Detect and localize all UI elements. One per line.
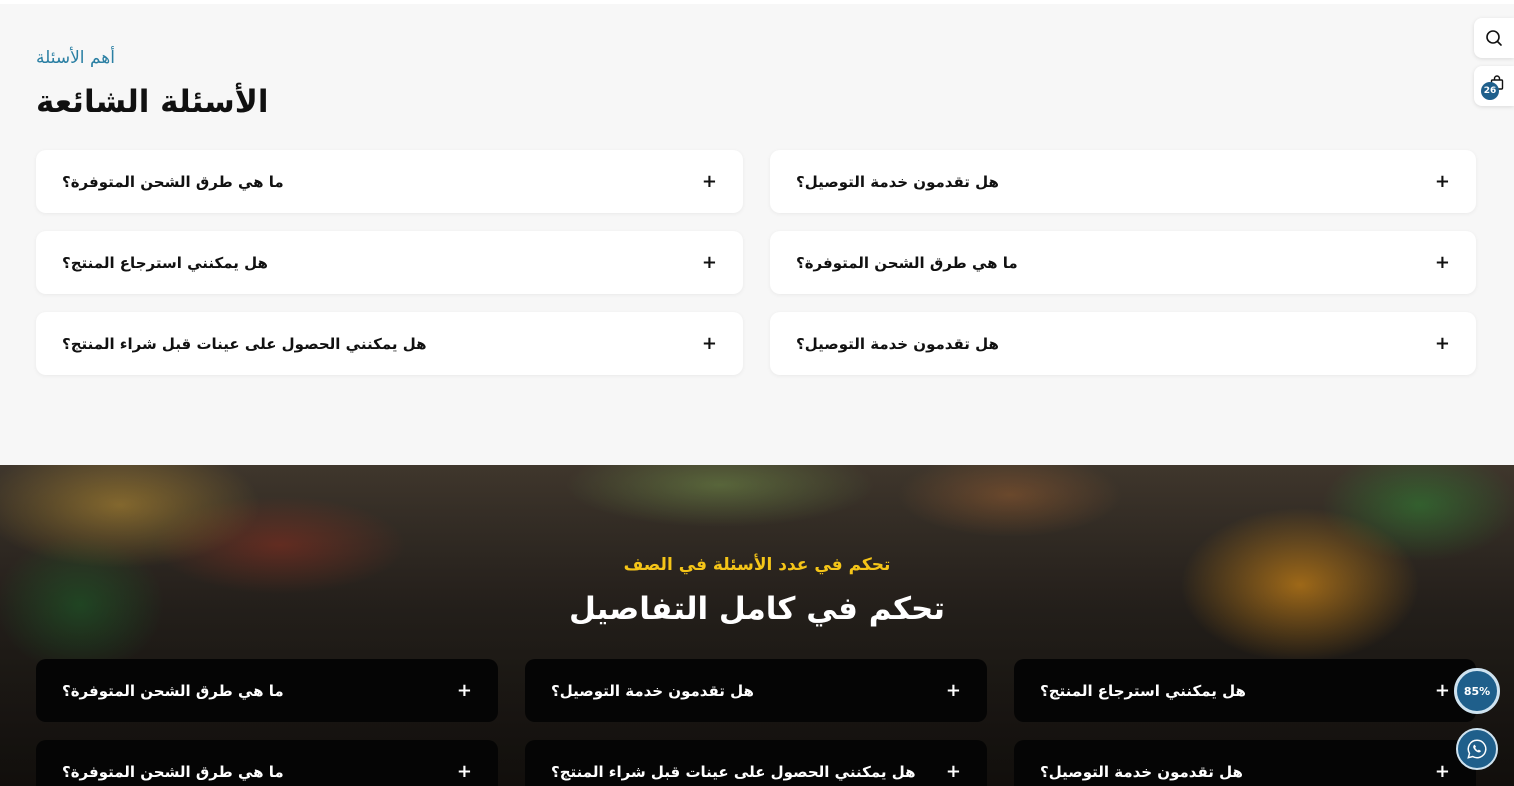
- faq-question: ما هي طرق الشحن المتوفرة؟: [62, 681, 284, 700]
- plus-icon[interactable]: +: [1435, 172, 1450, 191]
- faq-item[interactable]: هل يمكنني الحصول على عينات قبل شراء المن…: [525, 740, 987, 786]
- plus-icon[interactable]: +: [702, 253, 717, 272]
- cart-button[interactable]: 26: [1474, 66, 1514, 106]
- faq-question: هل يمكنني استرجاع المنتج؟: [62, 253, 268, 272]
- search-icon: [1486, 30, 1502, 46]
- faq-section-title: الأسئلة الشائعة: [36, 84, 269, 120]
- whatsapp-button[interactable]: [1456, 728, 1498, 770]
- faq-item[interactable]: هل تقدمون خدمة التوصيل؟ +: [770, 312, 1476, 375]
- faq-item[interactable]: هل تقدمون خدمة التوصيل؟ +: [1014, 740, 1476, 786]
- faq-item[interactable]: هل يمكنني استرجاع المنتج؟ +: [36, 231, 743, 294]
- faq-question: هل يمكنني الحصول على عينات قبل شراء المن…: [551, 762, 916, 781]
- faq-question: هل تقدمون خدمة التوصيل؟: [1040, 762, 1243, 781]
- faq-question: ما هي طرق الشحن المتوفرة؟: [796, 253, 1018, 272]
- faq-item[interactable]: هل يمكنني الحصول على عينات قبل شراء المن…: [36, 312, 743, 375]
- faq-item[interactable]: هل تقدمون خدمة التوصيل؟ +: [770, 150, 1476, 213]
- faq-item[interactable]: ما هي طرق الشحن المتوفرة؟ +: [36, 150, 743, 213]
- faq-item[interactable]: ما هي طرق الشحن المتوفرة؟ +: [36, 740, 498, 786]
- plus-icon[interactable]: +: [702, 172, 717, 191]
- faq-item[interactable]: هل تقدمون خدمة التوصيل؟ +: [525, 659, 987, 722]
- hero-subtitle: تحكم في عدد الأسئلة في الصف: [623, 555, 891, 575]
- faq-section-subtitle: أهم الأسئلة: [36, 48, 115, 68]
- faq-question: ما هي طرق الشحن المتوفرة؟: [62, 172, 284, 191]
- plus-icon[interactable]: +: [457, 681, 472, 700]
- hero-faq-section: تحكم في عدد الأسئلة في الصف تحكم في كامل…: [0, 465, 1514, 786]
- faq-question: هل تقدمون خدمة التوصيل؟: [796, 172, 999, 191]
- plus-icon[interactable]: +: [946, 762, 961, 781]
- faq-item[interactable]: ما هي طرق الشحن المتوفرة؟ +: [770, 231, 1476, 294]
- faq-section: أهم الأسئلة الأسئلة الشائعة ما هي طرق ال…: [0, 4, 1514, 465]
- whatsapp-icon: [1467, 739, 1487, 759]
- plus-icon[interactable]: +: [1435, 253, 1450, 272]
- plus-icon[interactable]: +: [1435, 762, 1450, 781]
- plus-icon[interactable]: +: [702, 334, 717, 353]
- plus-icon[interactable]: +: [457, 762, 472, 781]
- cart-count-badge: 26: [1481, 82, 1499, 100]
- faq-question: هل يمكنني استرجاع المنتج؟: [1040, 681, 1246, 700]
- faq-question: ما هي طرق الشحن المتوفرة؟: [62, 762, 284, 781]
- plus-icon[interactable]: +: [1435, 334, 1450, 353]
- hero-title: تحكم في كامل التفاصيل: [568, 591, 946, 627]
- search-button[interactable]: [1474, 18, 1514, 58]
- faq-item[interactable]: هل يمكنني استرجاع المنتج؟ +: [1014, 659, 1476, 722]
- faq-question: هل تقدمون خدمة التوصيل؟: [551, 681, 754, 700]
- faq-question: هل يمكنني الحصول على عينات قبل شراء المن…: [62, 334, 427, 353]
- plus-icon[interactable]: +: [946, 681, 961, 700]
- scroll-progress-button[interactable]: 85%: [1454, 668, 1500, 714]
- plus-icon[interactable]: +: [1435, 681, 1450, 700]
- faq-item[interactable]: ما هي طرق الشحن المتوفرة؟ +: [36, 659, 498, 722]
- faq-question: هل تقدمون خدمة التوصيل؟: [796, 334, 999, 353]
